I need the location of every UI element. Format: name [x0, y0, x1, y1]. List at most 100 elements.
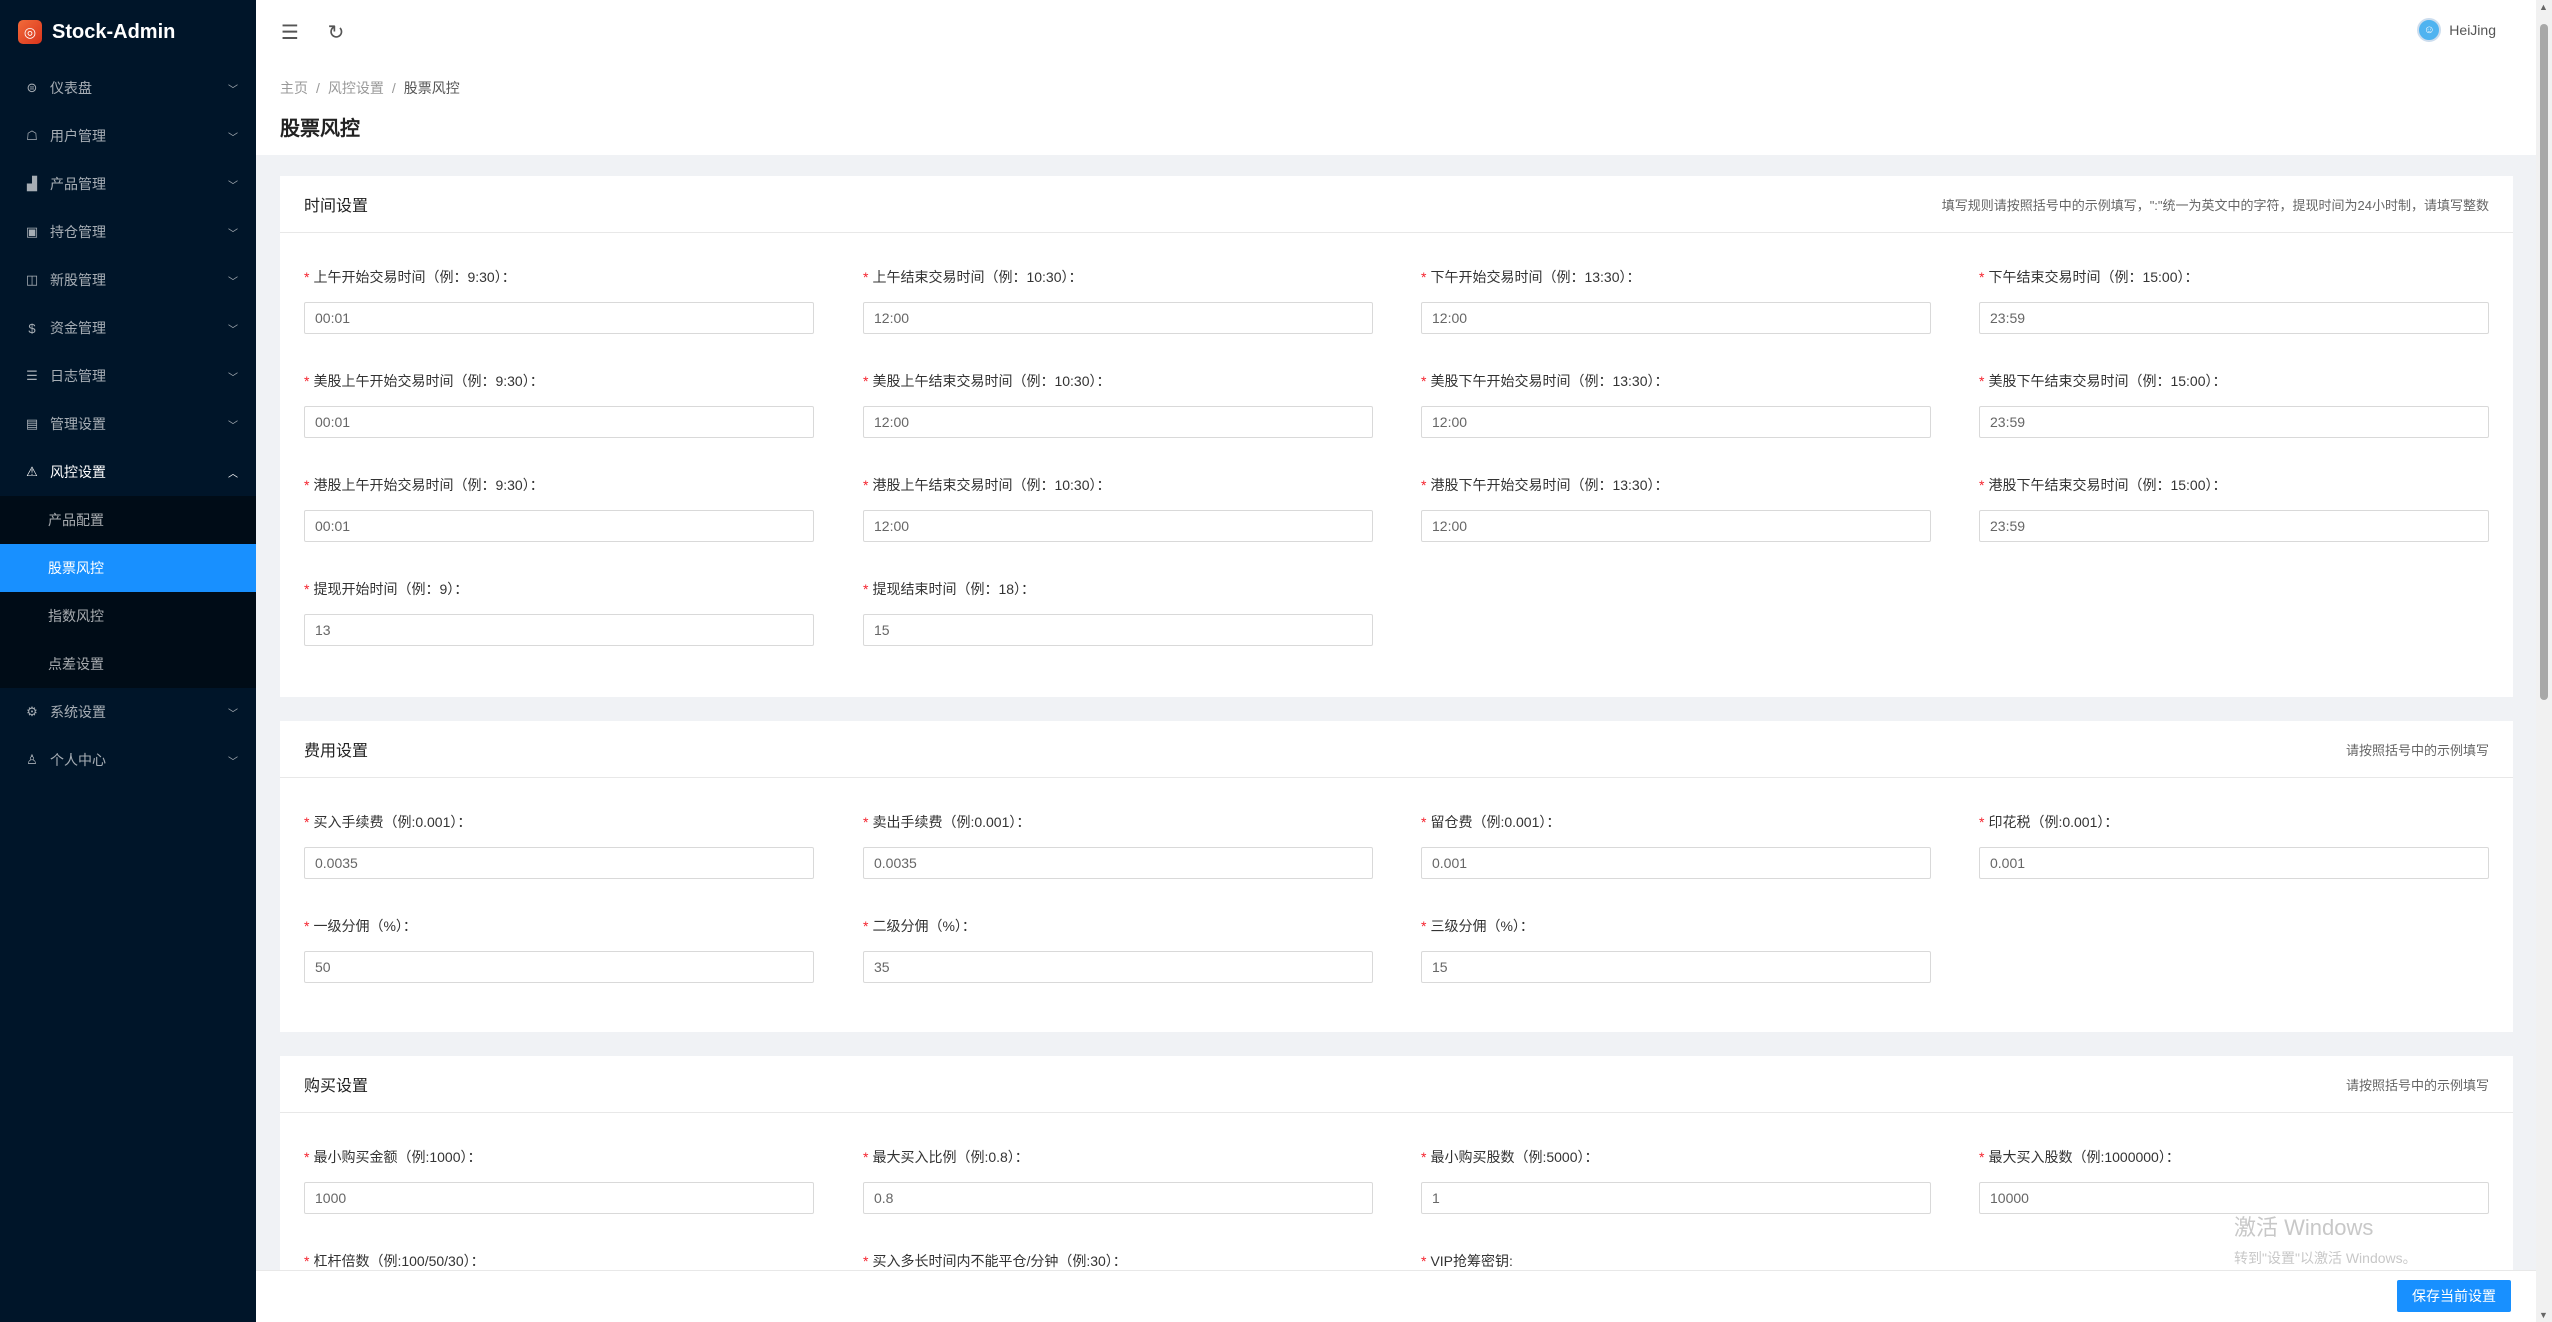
- form-field: *下午开始交易时间（例：13:30）：12:00: [1421, 266, 1931, 334]
- page-scrollbar[interactable]: ▲ ▼: [2536, 0, 2552, 1322]
- dashboard-icon: ⊜: [24, 80, 40, 96]
- required-mark: *: [1421, 918, 1426, 934]
- sidebar-item-label: 产品配置: [48, 510, 238, 530]
- field-input[interactable]: 00:01: [304, 302, 814, 334]
- user-menu[interactable]: ☺ HeiJing: [2417, 18, 2496, 42]
- form-field: *上午结束交易时间（例：10:30）：12:00: [863, 266, 1373, 334]
- required-mark: *: [863, 918, 868, 934]
- sidebar-item[interactable]: 产品配置: [0, 496, 256, 544]
- required-mark: *: [1979, 1149, 1984, 1165]
- position-icon: ▣: [24, 224, 40, 240]
- field-input[interactable]: 1: [1421, 1182, 1931, 1214]
- sidebar-item[interactable]: ▤管理设置﹀: [0, 400, 256, 448]
- required-mark: *: [1979, 477, 1984, 493]
- sidebar-item[interactable]: ⚙系统设置﹀: [0, 688, 256, 736]
- form-field: *二级分佣（%）：35: [863, 915, 1373, 983]
- required-mark: *: [304, 918, 309, 934]
- required-mark: *: [863, 581, 868, 597]
- form-field: *港股上午开始交易时间（例：9:30）：00:01: [304, 474, 814, 542]
- field-input[interactable]: 0.0035: [863, 847, 1373, 879]
- sidebar-item[interactable]: 指数风控: [0, 592, 256, 640]
- field-input[interactable]: 0.8: [863, 1182, 1373, 1214]
- sidebar-item[interactable]: 点差设置: [0, 640, 256, 688]
- form-field: *最小购买股数（例:5000）：1: [1421, 1146, 1931, 1214]
- scroll-down-icon[interactable]: ▼: [2539, 1310, 2548, 1320]
- chevron-down-icon: ﹀: [228, 369, 238, 384]
- breadcrumb-home[interactable]: 主页: [280, 80, 308, 96]
- form-field: *杠杆倍数（例:100/50/30）：: [304, 1250, 814, 1270]
- chevron-down-icon: ﹀: [228, 417, 238, 432]
- field-input[interactable]: 12:00: [1421, 406, 1931, 438]
- sidebar-item[interactable]: $资金管理﹀: [0, 304, 256, 352]
- field-input[interactable]: 1000: [304, 1182, 814, 1214]
- required-mark: *: [1421, 814, 1426, 830]
- sidebar-item[interactable]: ☰日志管理﹀: [0, 352, 256, 400]
- menu-fold-icon[interactable]: ☰: [278, 20, 302, 45]
- field-label: 提现结束时间（例：18）：: [872, 581, 1035, 597]
- field-label: 卖出手续费（例:0.001）：: [872, 814, 1030, 830]
- required-mark: *: [304, 1149, 309, 1165]
- scrollbar-thumb[interactable]: [2540, 24, 2548, 700]
- chart-icon: ▟: [24, 176, 40, 192]
- refresh-icon[interactable]: ↻: [324, 20, 348, 45]
- required-mark: *: [1421, 1253, 1426, 1269]
- field-input[interactable]: 12:00: [863, 302, 1373, 334]
- field-input[interactable]: 13: [304, 614, 814, 646]
- card-title: 购买设置: [304, 1072, 368, 1096]
- user-manage-icon: ☖: [24, 128, 40, 144]
- person-icon: ♙: [24, 752, 40, 768]
- sidebar-item[interactable]: ⊜仪表盘﹀: [0, 64, 256, 112]
- field-input[interactable]: 0.001: [1421, 847, 1931, 879]
- field-input[interactable]: 15: [1421, 951, 1931, 983]
- sidebar-item-label: 个人中心: [50, 750, 228, 770]
- field-label: 提现开始时间（例：9）：: [313, 581, 468, 597]
- field-input[interactable]: 00:01: [304, 510, 814, 542]
- sidebar-item[interactable]: 股票风控: [0, 544, 256, 592]
- required-mark: *: [1421, 477, 1426, 493]
- field-label: 美股下午开始交易时间（例：13:30）：: [1430, 373, 1668, 389]
- settings-card: 时间设置填写规则请按照括号中的示例填写，":"统一为英文中的字符，提现时间为24…: [280, 176, 2513, 697]
- form-field: *下午结束交易时间（例：15:00）：23:59: [1979, 266, 2489, 334]
- save-settings-button[interactable]: 保存当前设置: [2397, 1280, 2511, 1312]
- scroll-up-icon[interactable]: ▲: [2539, 2, 2548, 12]
- form-field: *VIP抢筹密钥:: [1421, 1250, 1931, 1270]
- field-input[interactable]: 12:00: [863, 406, 1373, 438]
- sidebar-item-label: 用户管理: [50, 126, 228, 146]
- chevron-down-icon: ﹀: [228, 129, 238, 144]
- avatar: ☺: [2417, 18, 2441, 42]
- field-label: 最小购买股数（例:5000）：: [1430, 1149, 1598, 1165]
- field-input[interactable]: 23:59: [1979, 510, 2489, 542]
- required-mark: *: [1421, 269, 1426, 285]
- field-input[interactable]: 12:00: [863, 510, 1373, 542]
- field-input[interactable]: 00:01: [304, 406, 814, 438]
- form-field: *最大买入股数（例:1000000）：10000: [1979, 1146, 2489, 1214]
- sidebar-item-label: 股票风控: [48, 558, 238, 578]
- sidebar-item[interactable]: ▟产品管理﹀: [0, 160, 256, 208]
- sidebar-item[interactable]: ♙个人中心﹀: [0, 736, 256, 784]
- chevron-up-icon: ︿: [228, 465, 238, 480]
- field-input[interactable]: 23:59: [1979, 302, 2489, 334]
- field-input[interactable]: 50: [304, 951, 814, 983]
- sidebar-item[interactable]: ☖ 用户管理﹀: [0, 112, 256, 160]
- sidebar-item[interactable]: ▣持仓管理﹀: [0, 208, 256, 256]
- form-field: *印花税（例:0.001）：0.001: [1979, 811, 2489, 879]
- field-label: 印花税（例:0.001）：: [1988, 814, 2118, 830]
- form-field: *留仓费（例:0.001）：0.001: [1421, 811, 1931, 879]
- field-label: 港股上午开始交易时间（例：9:30）：: [313, 477, 543, 493]
- field-label: 买入手续费（例:0.001）：: [313, 814, 471, 830]
- sidebar-item[interactable]: ◫新股管理﹀: [0, 256, 256, 304]
- field-input[interactable]: 23:59: [1979, 406, 2489, 438]
- field-input[interactable]: 10000: [1979, 1182, 2489, 1214]
- field-label: 美股下午结束交易时间（例：15:00）：: [1988, 373, 2226, 389]
- field-input[interactable]: 35: [863, 951, 1373, 983]
- sidebar-item[interactable]: ⚠风控设置︿: [0, 448, 256, 496]
- field-input[interactable]: 15: [863, 614, 1373, 646]
- log-icon: ☰: [24, 368, 40, 384]
- field-input[interactable]: 0.001: [1979, 847, 2489, 879]
- breadcrumb-risk-settings[interactable]: 风控设置: [328, 80, 384, 96]
- logo[interactable]: ◎ Stock-Admin: [0, 0, 256, 64]
- form-field: *港股下午开始交易时间（例：13:30）：12:00: [1421, 474, 1931, 542]
- field-input[interactable]: 0.0035: [304, 847, 814, 879]
- field-input[interactable]: 12:00: [1421, 510, 1931, 542]
- field-input[interactable]: 12:00: [1421, 302, 1931, 334]
